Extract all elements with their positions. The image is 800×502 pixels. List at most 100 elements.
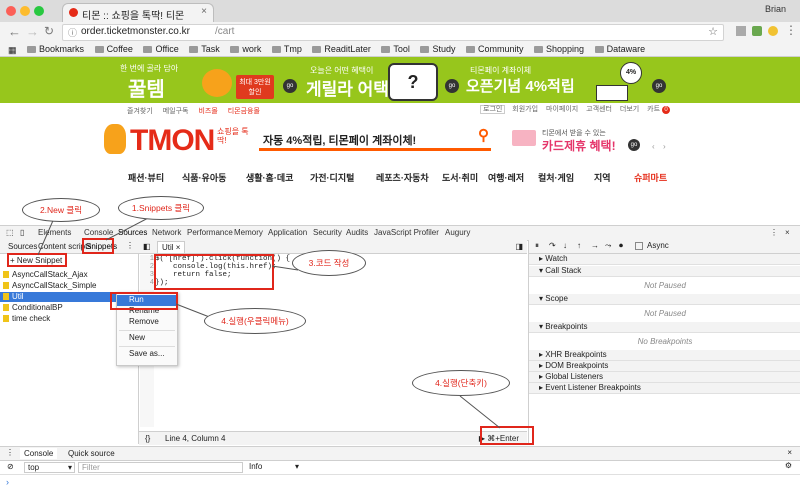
util-link[interactable]: 고객센터 [586, 106, 612, 113]
bookmark-item[interactable]: Community [465, 44, 524, 54]
editor-tab[interactable]: Util × [157, 241, 186, 253]
section-call-stack[interactable]: ▾ Call Stack [529, 266, 800, 277]
clear-console-icon[interactable]: ⊘ [7, 462, 14, 471]
bookmark-item[interactable]: Coffee [94, 44, 133, 54]
tab-elements[interactable]: Elements [38, 228, 71, 237]
reload-icon[interactable]: ↻ [44, 24, 54, 38]
bookmark-item[interactable]: Tool [381, 44, 410, 54]
tab-augury[interactable]: Augury [445, 228, 470, 237]
snippet-item[interactable]: AsyncCallStack_Simple [0, 281, 138, 291]
section-dom-breakpoints[interactable]: ▸ DOM Breakpoints [529, 361, 800, 372]
more-icon[interactable]: ⋮ [126, 241, 134, 250]
cart-link[interactable]: 카트 [647, 106, 660, 113]
util-link[interactable]: 비즈몰 [198, 108, 217, 115]
bookmark-item[interactable]: ReaditLater [312, 44, 371, 54]
bookmark-item[interactable]: Study [420, 44, 455, 54]
go-button[interactable]: go [283, 79, 297, 93]
category-item[interactable]: 여행·레저 [488, 171, 524, 184]
device-toolbar-icon[interactable]: ▯ [20, 228, 24, 237]
section-watch[interactable]: ▸ Watch [529, 254, 800, 265]
step-over-icon[interactable]: ↷ [549, 241, 556, 250]
section-event-listener-breakpoints[interactable]: ▸ Event Listener Breakpoints [529, 383, 800, 394]
extension-icon[interactable] [752, 26, 762, 36]
toggle-navigator-icon[interactable]: ◧ [143, 242, 151, 251]
pretty-print-button[interactable]: {} [145, 434, 150, 443]
close-drawer-icon[interactable]: × [787, 448, 792, 457]
pause-on-exceptions-icon[interactable]: ⏺ [619, 241, 623, 251]
info-icon[interactable]: ⓘ [68, 26, 77, 39]
bookmark-item[interactable]: Task [189, 44, 220, 54]
util-link[interactable]: 더보기 [620, 106, 639, 113]
category-item[interactable]: 식품·유아동 [182, 171, 226, 184]
tab-performance[interactable]: Performance [187, 228, 233, 237]
promo-next-icon[interactable]: › [663, 142, 666, 151]
close-devtools-icon[interactable]: × [785, 228, 790, 237]
star-icon[interactable]: ☆ [708, 25, 718, 38]
site-logo[interactable]: TMON [130, 124, 215, 158]
search-icon[interactable]: ⚲ [478, 126, 489, 144]
step-into-icon[interactable]: ↓ [563, 241, 567, 250]
drawer-tab-console[interactable]: Console [20, 448, 58, 459]
extension-icon[interactable] [736, 26, 746, 36]
step-out-icon[interactable]: ↑ [577, 241, 581, 250]
category-item[interactable]: 도서·취미 [442, 171, 478, 184]
util-link[interactable]: 마이페이지 [546, 106, 578, 113]
section-scope[interactable]: ▾ Scope [529, 294, 800, 305]
category-item[interactable]: 지역 [594, 171, 611, 184]
browser-tab[interactable]: 티몬 :: 쇼핑을 톡딱! 티몬 × [62, 3, 214, 23]
login-button[interactable]: 로그인 [480, 105, 506, 114]
tab-application[interactable]: Application [268, 228, 307, 237]
search-input[interactable]: 자동 4%적립, 티몬페이 계좌이체! ⚲ [259, 126, 491, 151]
console-prompt-icon[interactable]: › [6, 477, 9, 487]
settings-gear-icon[interactable]: ⚙ [785, 461, 792, 470]
util-link[interactable]: 티몬금융몰 [228, 108, 260, 115]
forward-icon[interactable]: → [26, 24, 39, 39]
tab-memory[interactable]: Memory [234, 228, 263, 237]
more-icon[interactable]: ⋮ [770, 228, 778, 237]
close-tab-icon[interactable]: × [201, 6, 207, 17]
category-item[interactable]: 생활·홈·데코 [246, 171, 293, 184]
subtab-sources[interactable]: Sources [8, 242, 37, 251]
menu-item-remove[interactable]: Remove [117, 317, 177, 328]
section-breakpoints[interactable]: ▾ Breakpoints [529, 322, 800, 333]
category-item[interactable]: 컬처·게임 [538, 171, 574, 184]
menu-item-new[interactable]: New [117, 333, 177, 344]
go-button[interactable]: go [628, 139, 640, 151]
close-window-icon[interactable] [6, 6, 16, 16]
go-button[interactable]: go [445, 79, 459, 93]
drawer-menu-icon[interactable]: ⋮ [6, 448, 14, 457]
snippet-item[interactable]: AsyncCallStack_Ajax [0, 270, 138, 280]
toggle-debugger-icon[interactable]: ◨ [515, 242, 523, 251]
promo-banner[interactable]: 한 번에 골라 담아 꿀템 최대 3만원 할인 go 오늘은 어떤 혜택이 게릴… [0, 57, 800, 103]
tab-javascript-profiler[interactable]: JavaScript Profiler [374, 228, 439, 237]
bookmark-item[interactable]: Tmp [271, 44, 302, 54]
deactivate-breakpoints-icon[interactable]: ⤳ [605, 241, 611, 251]
url-field[interactable]: ⓘ order.ticketmonster.co.kr /cart ☆ [62, 24, 724, 41]
bookmark-item[interactable]: Dataware [594, 44, 645, 54]
promo-prev-icon[interactable]: ‹ [652, 142, 655, 151]
drawer-tab-quick-source[interactable]: Quick source [68, 449, 115, 458]
category-item-supermart[interactable]: 슈퍼마트 [634, 171, 667, 184]
section-global-listeners[interactable]: ▸ Global Listeners [529, 372, 800, 383]
bookmark-item[interactable]: Office [143, 44, 179, 54]
section-xhr-breakpoints[interactable]: ▸ XHR Breakpoints [529, 350, 800, 361]
profile-name[interactable]: Brian [765, 4, 786, 14]
bookmark-item[interactable]: work [230, 44, 261, 54]
pause-icon[interactable]: ⏸ [535, 241, 539, 251]
menu-item-save-as[interactable]: Save as... [117, 349, 177, 360]
category-item[interactable]: 가전·디지털 [310, 171, 354, 184]
minimize-window-icon[interactable] [20, 6, 30, 16]
async-checkbox[interactable] [635, 242, 643, 250]
bookmark-item[interactable]: Bookmarks [27, 44, 84, 54]
menu-icon[interactable]: ⋮ [785, 23, 797, 37]
tab-network[interactable]: Network [152, 228, 181, 237]
extension-icon[interactable] [768, 26, 778, 36]
tab-audits[interactable]: Audits [346, 228, 368, 237]
category-item[interactable]: 패션·뷰티 [128, 171, 164, 184]
util-link[interactable]: 회원가입 [512, 106, 538, 113]
step-icon[interactable]: → [591, 241, 599, 250]
inspect-icon[interactable]: ⬚ [6, 228, 14, 237]
level-select[interactable]: Info ▾ [246, 462, 301, 471]
back-icon[interactable]: ← [8, 24, 21, 39]
category-item[interactable]: 레포츠·자동차 [376, 171, 429, 184]
